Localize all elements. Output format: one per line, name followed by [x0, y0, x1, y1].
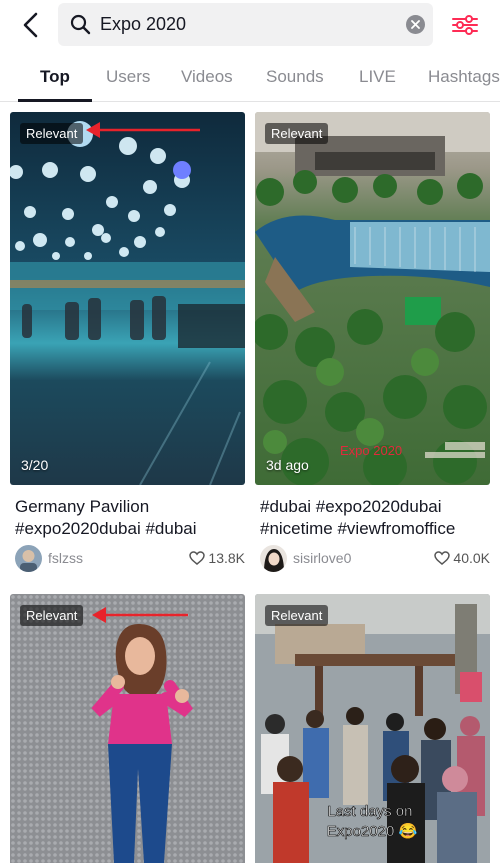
like-count-value: 13.8K: [208, 550, 245, 566]
tab-top[interactable]: Top: [40, 67, 70, 87]
tab-videos[interactable]: Videos: [181, 67, 233, 87]
overlay-line-2: Expo2020 😂: [327, 822, 418, 840]
filter-button[interactable]: [446, 8, 484, 42]
clear-search-button[interactable]: [406, 15, 425, 34]
germany-pavilion-thumbnail-image: [10, 112, 245, 485]
avatar[interactable]: [15, 545, 42, 572]
like-count: 13.8K: [189, 550, 245, 566]
search-tabs: Top Users Videos Sounds LIVE Hashtags: [0, 56, 500, 102]
username[interactable]: fslzss: [48, 550, 83, 566]
back-arrow-icon: [23, 12, 38, 38]
video-overlay-text: 3d ago: [266, 457, 309, 473]
woman-dancing-thumbnail-image: [10, 594, 245, 863]
username[interactable]: sisirlove0: [293, 550, 351, 566]
relevant-badge: Relevant: [20, 605, 84, 626]
search-icon: [70, 14, 91, 35]
top-bar: [0, 0, 500, 50]
heart-icon: [434, 551, 451, 565]
avatar[interactable]: [260, 545, 287, 572]
tab-hashtags[interactable]: Hashtags: [428, 67, 500, 87]
tab-live[interactable]: LIVE: [359, 67, 396, 87]
video-thumbnail[interactable]: Relevant 3/20: [10, 112, 245, 485]
expo-aerial-view-thumbnail-image: Expo 2020: [255, 112, 490, 485]
search-bar[interactable]: [58, 3, 433, 46]
video-thumbnail[interactable]: Relevant: [10, 594, 245, 863]
relevant-badge: Relevant: [265, 123, 329, 144]
close-icon: [411, 20, 420, 29]
annotation-arrow-icon: [86, 122, 200, 138]
like-count: 40.0K: [434, 550, 490, 566]
expo-watermark: Expo 2020: [340, 443, 402, 458]
relevant-badge: Relevant: [20, 123, 84, 144]
overlay-line-1: Last days on: [327, 803, 412, 820]
annotation-arrow-icon: [92, 607, 188, 623]
video-thumbnail[interactable]: Last days on Expo2020 😂 Relevant: [255, 594, 490, 863]
filter-sliders-icon: [452, 15, 478, 35]
video-thumbnail[interactable]: Expo 2020 Relevant 3d ago: [255, 112, 490, 485]
video-meta: sisirlove0 40.0K: [260, 545, 490, 575]
active-tab-indicator: [18, 99, 92, 102]
relevant-badge: Relevant: [265, 605, 329, 626]
user-avatar-image: [260, 545, 287, 572]
video-caption[interactable]: Germany Pavilion #expo2020dubai #dubai: [15, 496, 247, 540]
tab-sounds[interactable]: Sounds: [266, 67, 324, 87]
expo-crowd-thumbnail-image: Last days on Expo2020 😂: [255, 594, 490, 863]
tab-users[interactable]: Users: [106, 67, 150, 87]
video-meta: fslzss 13.8K: [15, 545, 245, 575]
user-avatar-image: [15, 545, 42, 572]
search-input[interactable]: [100, 3, 400, 46]
back-button[interactable]: [14, 8, 46, 42]
video-overlay-text: 3/20: [21, 457, 49, 473]
heart-icon: [189, 551, 206, 565]
video-caption[interactable]: #dubai #expo2020dubai #nicetime #viewfro…: [260, 496, 492, 540]
like-count-value: 40.0K: [453, 550, 490, 566]
